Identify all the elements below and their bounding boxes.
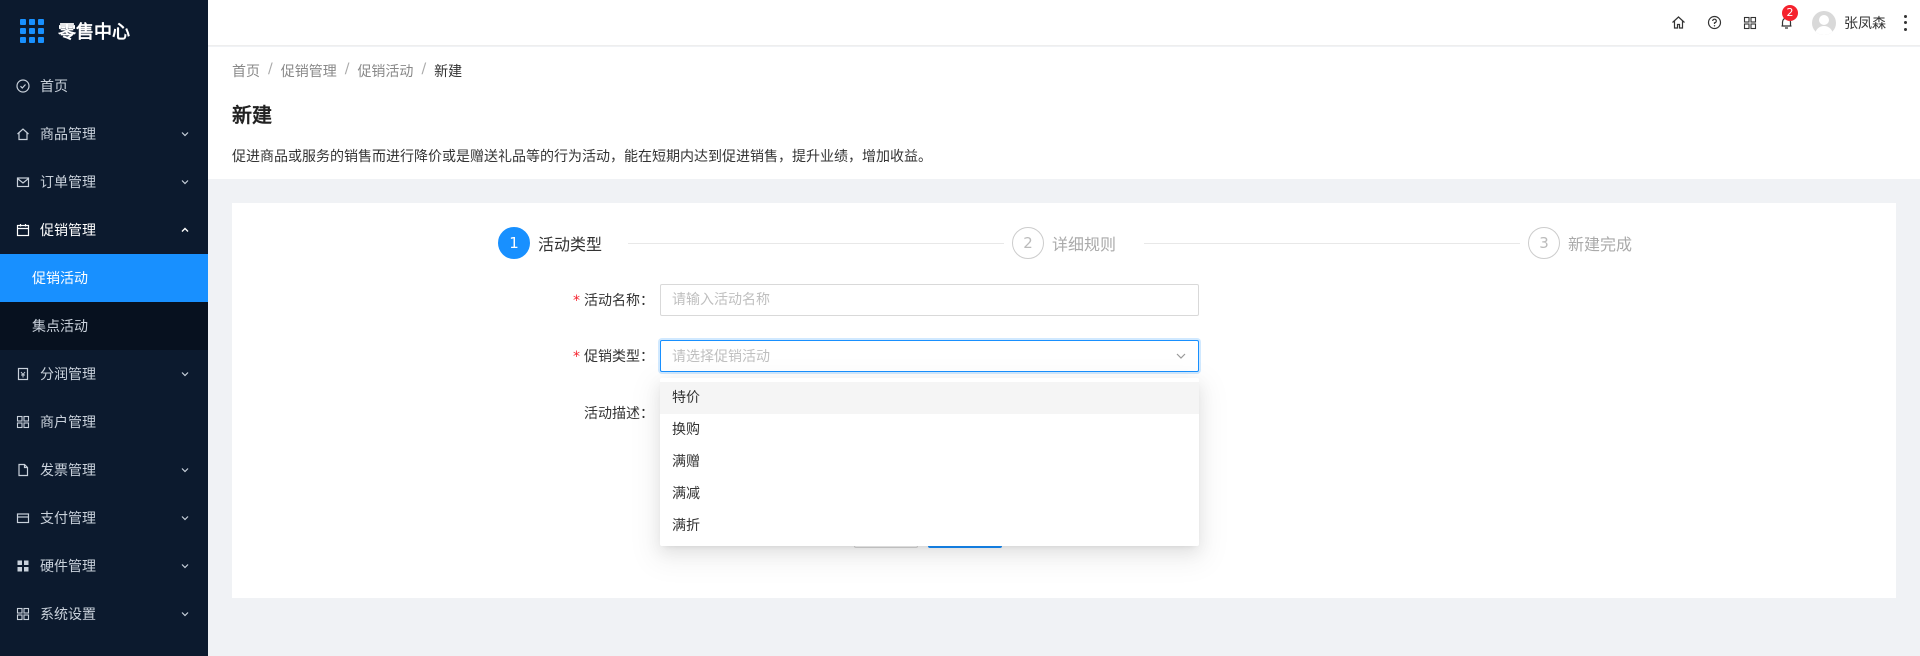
breadcrumb-promotion-activity[interactable]: 促销活动	[357, 61, 413, 81]
chevron-down-icon	[181, 468, 189, 473]
dropdown-option-discount-percent[interactable]: 满折	[660, 510, 1199, 542]
breadcrumb-separator: /	[344, 61, 350, 77]
sidebar-item-hardware[interactable]: 硬件管理	[0, 542, 208, 590]
notification-badge: 2	[1782, 4, 1798, 21]
breadcrumb-promotions[interactable]: 促销管理	[281, 61, 337, 81]
sidebar-item-label: 商品管理	[40, 127, 96, 143]
home-icon[interactable]	[1670, 15, 1686, 31]
promotion-type-dropdown: 特价 换购 满赠 满减 满折	[660, 378, 1199, 546]
app-title: 零售中心	[58, 22, 130, 43]
logo[interactable]: 零售中心	[0, 0, 208, 62]
select-placeholder: 请选择促销活动	[672, 349, 770, 365]
step-3: 3 新建完成	[1528, 227, 1632, 259]
breadcrumb-separator: /	[268, 61, 273, 77]
sidebar-item-merchants[interactable]: 商户管理	[0, 398, 208, 446]
file-icon	[16, 463, 30, 477]
sidebar-item-label: 分润管理	[40, 367, 96, 383]
step-number: 2	[1012, 227, 1044, 259]
apps-grid-icon	[20, 19, 44, 43]
page-description: 促进商品或服务的销售而进行降价或是赠送礼品等的行为活动，能在短期内达到促进销售，…	[232, 149, 932, 165]
dropdown-option-special-price[interactable]: 特价	[660, 382, 1199, 414]
sidebar-item-products[interactable]: 商品管理	[0, 110, 208, 158]
sidebar-item-label: 商户管理	[40, 415, 96, 431]
bell-icon[interactable]: 2	[1778, 4, 1798, 31]
sidebar-item-label: 支付管理	[40, 511, 96, 527]
help-icon[interactable]	[1706, 15, 1722, 31]
label-text: 促销类型：	[584, 349, 654, 365]
house-icon	[16, 127, 30, 141]
sidebar-item-home[interactable]: 首页	[0, 62, 208, 110]
sidebar-item-promotions[interactable]: 促销管理	[0, 206, 208, 254]
sidebar: 零售中心 首页 商品管理 订单管理 促销管理 促销活动 集点活动 分润管理 商户…	[0, 0, 208, 656]
sidebar-item-payments[interactable]: 支付管理	[0, 494, 208, 542]
chevron-down-icon	[181, 372, 189, 377]
home-circle-icon	[16, 79, 30, 93]
sidebar-item-label: 促销管理	[40, 223, 96, 239]
sidebar-subitem-promotion-activity[interactable]: 促销活动	[0, 254, 208, 302]
sidebar-item-label: 首页	[40, 79, 68, 95]
chevron-down-icon	[181, 132, 189, 137]
breadcrumb-home[interactable]: 首页	[232, 61, 260, 81]
receipt-icon	[16, 367, 30, 381]
grid-icon	[16, 607, 30, 621]
chevron-down-icon	[181, 180, 189, 185]
step-label: 新建完成	[1568, 235, 1633, 254]
promotion-type-row: * 促销类型： 请选择促销活动	[232, 340, 1199, 372]
dropdown-option-gift[interactable]: 满赠	[660, 446, 1199, 478]
label-text: 活动名称：	[584, 293, 654, 309]
breadcrumb-separator: /	[421, 61, 427, 77]
dropdown-option-exchange[interactable]: 换购	[660, 414, 1199, 446]
more-vertical-icon[interactable]	[1904, 14, 1908, 31]
grid-icon[interactable]	[1742, 15, 1758, 31]
promotion-type-select[interactable]: 请选择促销活动	[660, 340, 1199, 372]
steps: 1 活动类型 2 详细规则 3 新建完成	[498, 227, 1632, 259]
activity-name-row: * 活动名称：	[232, 284, 1199, 316]
step-number: 3	[1528, 227, 1560, 259]
chevron-up-icon	[181, 227, 189, 232]
promotion-type-label: * 促销类型：	[232, 346, 660, 366]
sidebar-item-settings[interactable]: 系统设置	[0, 590, 208, 638]
chevron-down-icon	[181, 516, 189, 521]
avatar[interactable]	[1812, 10, 1836, 35]
page-title: 新建	[232, 103, 272, 127]
card-icon	[16, 511, 30, 525]
grid-icon	[16, 415, 30, 429]
activity-name-input[interactable]	[660, 284, 1199, 316]
sidebar-item-profit-sharing[interactable]: 分润管理	[0, 350, 208, 398]
form-card: 1 活动类型 2 详细规则 3 新建完成 *活动名称： *促销类型： 请选择促销…	[232, 203, 1896, 598]
user-name[interactable]: 张凤森	[1844, 13, 1886, 33]
chevron-down-icon	[1176, 353, 1186, 359]
step-2: 2 详细规则	[1012, 227, 1116, 259]
sidebar-item-orders[interactable]: 订单管理	[0, 158, 208, 206]
sidebar-item-label: 硬件管理	[40, 559, 96, 575]
breadcrumb-current: 新建	[434, 64, 463, 80]
sidebar-subitem-points-activity[interactable]: 集点活动	[0, 302, 208, 350]
sidebar-item-invoices[interactable]: 发票管理	[0, 446, 208, 494]
chevron-down-icon	[181, 612, 189, 617]
mail-icon	[16, 175, 30, 189]
apps-icon	[16, 559, 30, 573]
step-number: 1	[498, 227, 530, 259]
step-connector	[1144, 243, 1520, 244]
sidebar-item-label: 系统设置	[40, 607, 96, 623]
top-header: 2 张凤森	[208, 0, 1920, 46]
step-1: 1 活动类型	[498, 227, 602, 259]
required-mark: *	[573, 293, 580, 309]
breadcrumb: 首页 / 促销管理 / 促销活动 / 新建	[232, 61, 1920, 81]
step-label: 详细规则	[1052, 235, 1117, 254]
step-label: 活动类型	[538, 235, 603, 254]
dropdown-option-discount-amount[interactable]: 满减	[660, 478, 1199, 510]
sidebar-item-label: 发票管理	[40, 463, 96, 479]
activity-desc-label: 活动描述：	[584, 406, 654, 422]
required-mark: *	[573, 349, 580, 365]
sidebar-item-label: 订单管理	[40, 175, 96, 191]
promotions-submenu: 促销活动 集点活动	[0, 254, 208, 350]
activity-name-label: * 活动名称：	[232, 290, 660, 310]
calendar-icon	[16, 223, 30, 237]
activity-desc-row: 活动描述：	[232, 403, 660, 423]
step-connector	[628, 243, 1004, 244]
page-header: 首页 / 促销管理 / 促销活动 / 新建 新建 促进商品或服务的销售而进行降价…	[208, 47, 1920, 179]
chevron-down-icon	[181, 564, 189, 569]
